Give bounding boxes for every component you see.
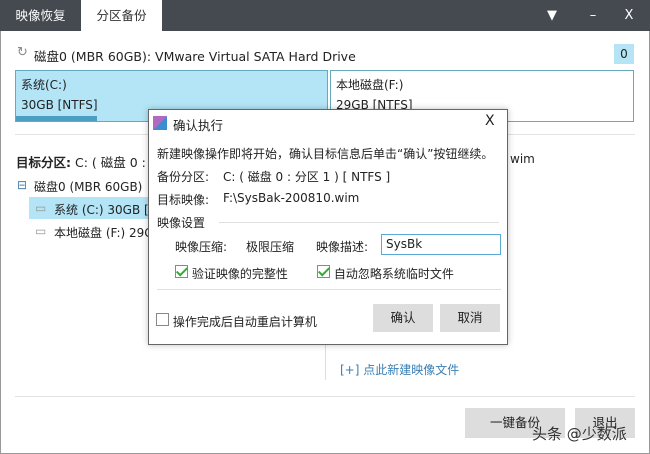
divider [325, 345, 326, 380]
watermark: 头条 @少数派 [532, 425, 627, 443]
target-label: 目标映像: [157, 193, 210, 207]
tree-disk[interactable]: 磁盘0 (MBR 60GB) [34, 178, 142, 195]
close-button[interactable]: X [614, 0, 644, 31]
skip-temp-label: 自动忽略系统临时文件 [333, 267, 454, 281]
target-label: 目标分区: [16, 155, 71, 170]
minimize-button[interactable]: – [578, 0, 608, 31]
desc-label: 映像描述: [316, 240, 369, 254]
target-image-fragment: wim [510, 152, 535, 166]
dialog-title: 确认执行 [173, 118, 224, 133]
verify-checkbox[interactable]: 验证映像的完整性 [175, 265, 288, 282]
source-value: C: ( 磁盘 0 : 分区 1 ) [ NTFS ] [223, 170, 391, 184]
refresh-icon[interactable]: ↻ [17, 45, 28, 60]
source-label: 备份分区: [157, 170, 210, 184]
skip-temp-checkbox[interactable]: 自动忽略系统临时文件 [317, 265, 454, 282]
restart-checkbox[interactable]: 操作完成后自动重启计算机 [156, 313, 317, 330]
dialog-message: 新建映像操作即将开始，确认目标信息后单击“确认”按钮继续。 [157, 147, 494, 161]
app-icon [153, 116, 167, 130]
target-value: F:\SysBak-200810.wim [223, 191, 360, 205]
menu-dropdown-icon[interactable]: ▼ [537, 0, 567, 31]
checkbox-icon[interactable] [317, 265, 330, 278]
tab-image-restore[interactable]: 映像恢复 [0, 0, 81, 31]
divider [157, 289, 501, 290]
cancel-button[interactable]: 取消 [440, 304, 500, 332]
partition-name: 系统(C:) [21, 78, 67, 92]
confirm-dialog: 确认执行 X 新建映像操作即将开始，确认目标信息后单击“确认”按钮继续。 备份分… [148, 109, 508, 345]
dialog-close-icon[interactable]: X [485, 113, 495, 129]
desc-input[interactable]: SysBk [381, 234, 501, 255]
tab-partition-backup[interactable]: 分区备份 [81, 0, 162, 31]
checkbox-icon[interactable] [156, 313, 169, 326]
verify-label: 验证映像的完整性 [191, 267, 288, 281]
partition-name: 本地磁盘(F:) [336, 78, 404, 92]
compress-label: 映像压缩: [175, 240, 228, 254]
folder-icon: ▭ [35, 224, 47, 238]
settings-label: 映像设置 [157, 216, 206, 230]
divider [15, 396, 635, 397]
folder-icon: ▭ [35, 201, 47, 215]
divider [219, 222, 499, 223]
partition-usage-bar [16, 116, 97, 121]
checkbox-icon[interactable] [175, 265, 188, 278]
disk-title: 磁盘0 (MBR 60GB): VMware Virtual SATA Hard… [34, 49, 356, 64]
compress-value[interactable]: 极限压缩 [246, 238, 294, 255]
collapse-icon[interactable]: ⊟ [17, 178, 27, 192]
restart-label: 操作完成后自动重启计算机 [172, 315, 317, 329]
confirm-button[interactable]: 确认 [373, 304, 433, 332]
disk-badge: 0 [614, 44, 634, 64]
new-image-link[interactable]: [+] 点此新建映像文件 [340, 361, 459, 378]
